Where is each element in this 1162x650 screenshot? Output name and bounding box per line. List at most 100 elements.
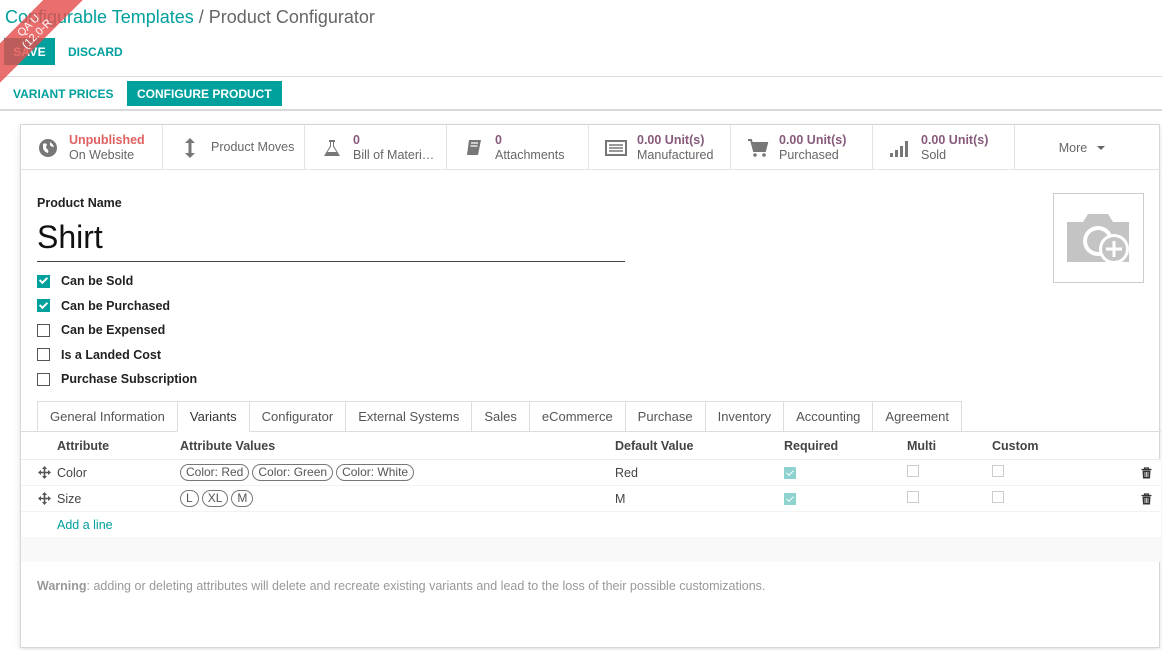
tab-general-information[interactable]: General Information bbox=[37, 401, 177, 432]
tab-ecommerce[interactable]: eCommerce bbox=[528, 401, 625, 432]
tab-configurator[interactable]: Configurator bbox=[248, 401, 346, 432]
product-moves-label: Product Moves bbox=[211, 140, 295, 154]
more-dropdown[interactable]: More bbox=[1015, 125, 1149, 170]
option-can-be-expensed[interactable]: Can be Expensed bbox=[37, 318, 197, 343]
notebook-tabs: General Information Variants Configurato… bbox=[37, 401, 962, 432]
required-checkbox[interactable] bbox=[784, 493, 796, 505]
row-attribute-values[interactable]: Color: Red Color: Green Color: White bbox=[180, 464, 615, 481]
custom-checkbox[interactable] bbox=[992, 491, 1004, 503]
product-name-input[interactable]: Shirt bbox=[37, 217, 625, 262]
table-row[interactable]: Size L XL M M bbox=[21, 485, 1161, 511]
sold-qty: 0.00 Unit(s) bbox=[921, 132, 989, 147]
multi-checkbox[interactable] bbox=[907, 465, 919, 477]
checkbox-unchecked[interactable] bbox=[37, 372, 50, 386]
purchased-label: Purchased bbox=[779, 147, 839, 162]
option-landed-cost[interactable]: Is a Landed Cost bbox=[37, 343, 197, 368]
checkbox-unchecked[interactable] bbox=[37, 348, 50, 362]
row-attribute-values[interactable]: L XL M bbox=[180, 490, 615, 507]
table-header: Attribute Attribute Values Default Value… bbox=[21, 432, 1161, 459]
tab-external-systems[interactable]: External Systems bbox=[345, 401, 472, 432]
header-default-value[interactable]: Default Value bbox=[615, 439, 784, 453]
option-can-be-purchased[interactable]: Can be Purchased bbox=[37, 294, 197, 319]
purchased-qty: 0.00 Unit(s) bbox=[779, 132, 847, 147]
row-default-value: M bbox=[615, 491, 626, 506]
sold-button[interactable]: 0.00 Unit(s) Sold bbox=[873, 125, 1015, 170]
smart-button-box: Unpublished On Website Product Moves 0 Bil… bbox=[21, 125, 1161, 170]
tab-variants[interactable]: Variants bbox=[176, 401, 249, 432]
checkbox-unchecked[interactable] bbox=[37, 323, 50, 337]
signal-icon bbox=[889, 137, 911, 159]
save-button[interactable]: SAVE bbox=[4, 38, 55, 65]
custom-checkbox[interactable] bbox=[992, 465, 1004, 477]
row-default-value: Red bbox=[615, 465, 638, 480]
bom-button[interactable]: 0 Bill of Materi… bbox=[305, 125, 447, 170]
breadcrumb-parent[interactable]: Configurable Templates bbox=[5, 7, 194, 27]
empty-row bbox=[21, 537, 1161, 562]
form-statusbar: VARIANT PRICES CONFIGURE PRODUCT bbox=[0, 77, 1162, 111]
globe-icon bbox=[37, 137, 59, 159]
value-tag[interactable]: Color: Green bbox=[252, 464, 334, 481]
table-row[interactable]: Color Color: Red Color: Green Color: Whi… bbox=[21, 459, 1161, 485]
control-panel: Configurable Templates / Product Configura… bbox=[0, 0, 1162, 77]
add-line-link[interactable]: Add a line bbox=[57, 518, 113, 532]
flask-icon bbox=[321, 137, 343, 159]
header-multi[interactable]: Multi bbox=[907, 439, 992, 453]
manufactured-label: Manufactured bbox=[637, 147, 714, 162]
header-attribute[interactable]: Attribute bbox=[57, 439, 180, 453]
header-custom[interactable]: Custom bbox=[992, 439, 1132, 453]
purchased-button[interactable]: 0.00 Unit(s) Purchased bbox=[731, 125, 873, 170]
option-can-be-sold[interactable]: Can be Sold bbox=[37, 269, 197, 294]
variant-warning: Warning: adding or deleting attributes w… bbox=[37, 579, 766, 593]
value-tag[interactable]: Color: Red bbox=[180, 464, 250, 481]
camera-plus-icon bbox=[1063, 206, 1135, 271]
breadcrumb-current: Product Configurator bbox=[208, 7, 375, 27]
list-icon bbox=[605, 137, 627, 159]
header-attribute-values[interactable]: Attribute Values bbox=[180, 439, 615, 453]
manufactured-button[interactable]: 0.00 Unit(s) Manufactured bbox=[589, 125, 731, 170]
option-purchase-subscription[interactable]: Purchase Subscription bbox=[37, 367, 197, 392]
configure-product-button[interactable]: CONFIGURE PRODUCT bbox=[127, 81, 282, 106]
drag-handle-icon[interactable] bbox=[21, 492, 57, 505]
product-moves-button[interactable]: Product Moves bbox=[163, 125, 305, 170]
add-line-row: Add a line bbox=[21, 511, 1161, 537]
website-status: Unpublished bbox=[69, 132, 145, 147]
attribute-lines-table: Attribute Attribute Values Default Value… bbox=[21, 432, 1161, 562]
trash-icon[interactable] bbox=[1132, 466, 1161, 479]
value-tag[interactable]: XL bbox=[201, 490, 229, 507]
caret-down-icon bbox=[1097, 145, 1106, 150]
trash-icon[interactable] bbox=[1132, 492, 1161, 505]
value-tag[interactable]: L bbox=[180, 490, 199, 507]
tab-purchase[interactable]: Purchase bbox=[624, 401, 705, 432]
header-required[interactable]: Required bbox=[784, 439, 907, 453]
attachments-label: Attachments bbox=[495, 147, 565, 162]
bom-count: 0 bbox=[353, 132, 360, 147]
required-checkbox[interactable] bbox=[784, 467, 796, 479]
cart-icon bbox=[747, 137, 769, 159]
website-label: On Website bbox=[69, 147, 135, 162]
value-tag[interactable]: Color: White bbox=[336, 464, 415, 481]
website-publish-button[interactable]: Unpublished On Website bbox=[21, 125, 163, 170]
drag-handle-icon[interactable] bbox=[21, 466, 57, 479]
form-sheet: Unpublished On Website Product Moves 0 Bil… bbox=[20, 124, 1161, 648]
tab-inventory[interactable]: Inventory bbox=[704, 401, 784, 432]
tab-accounting[interactable]: Accounting bbox=[783, 401, 873, 432]
checkbox-checked[interactable] bbox=[37, 274, 50, 288]
row-attribute: Color bbox=[57, 465, 87, 480]
product-image-upload[interactable] bbox=[1053, 193, 1144, 283]
book-icon bbox=[463, 137, 485, 159]
product-name-label: Product Name bbox=[37, 196, 122, 210]
value-tag[interactable]: M bbox=[231, 490, 254, 507]
sold-label: Sold bbox=[921, 147, 947, 162]
row-attribute: Size bbox=[57, 491, 82, 506]
checkbox-checked[interactable] bbox=[37, 299, 50, 313]
more-label: More bbox=[1058, 140, 1088, 155]
updown-arrows-icon bbox=[179, 137, 201, 159]
variant-prices-button[interactable]: VARIANT PRICES bbox=[5, 81, 121, 106]
attachments-count: 0 bbox=[495, 132, 502, 147]
discard-button[interactable]: DISCARD bbox=[60, 38, 131, 65]
attachments-button[interactable]: 0 Attachments bbox=[447, 125, 589, 170]
manufactured-qty: 0.00 Unit(s) bbox=[637, 132, 705, 147]
tab-agreement[interactable]: Agreement bbox=[872, 401, 962, 432]
multi-checkbox[interactable] bbox=[907, 491, 919, 503]
tab-sales[interactable]: Sales bbox=[471, 401, 529, 432]
